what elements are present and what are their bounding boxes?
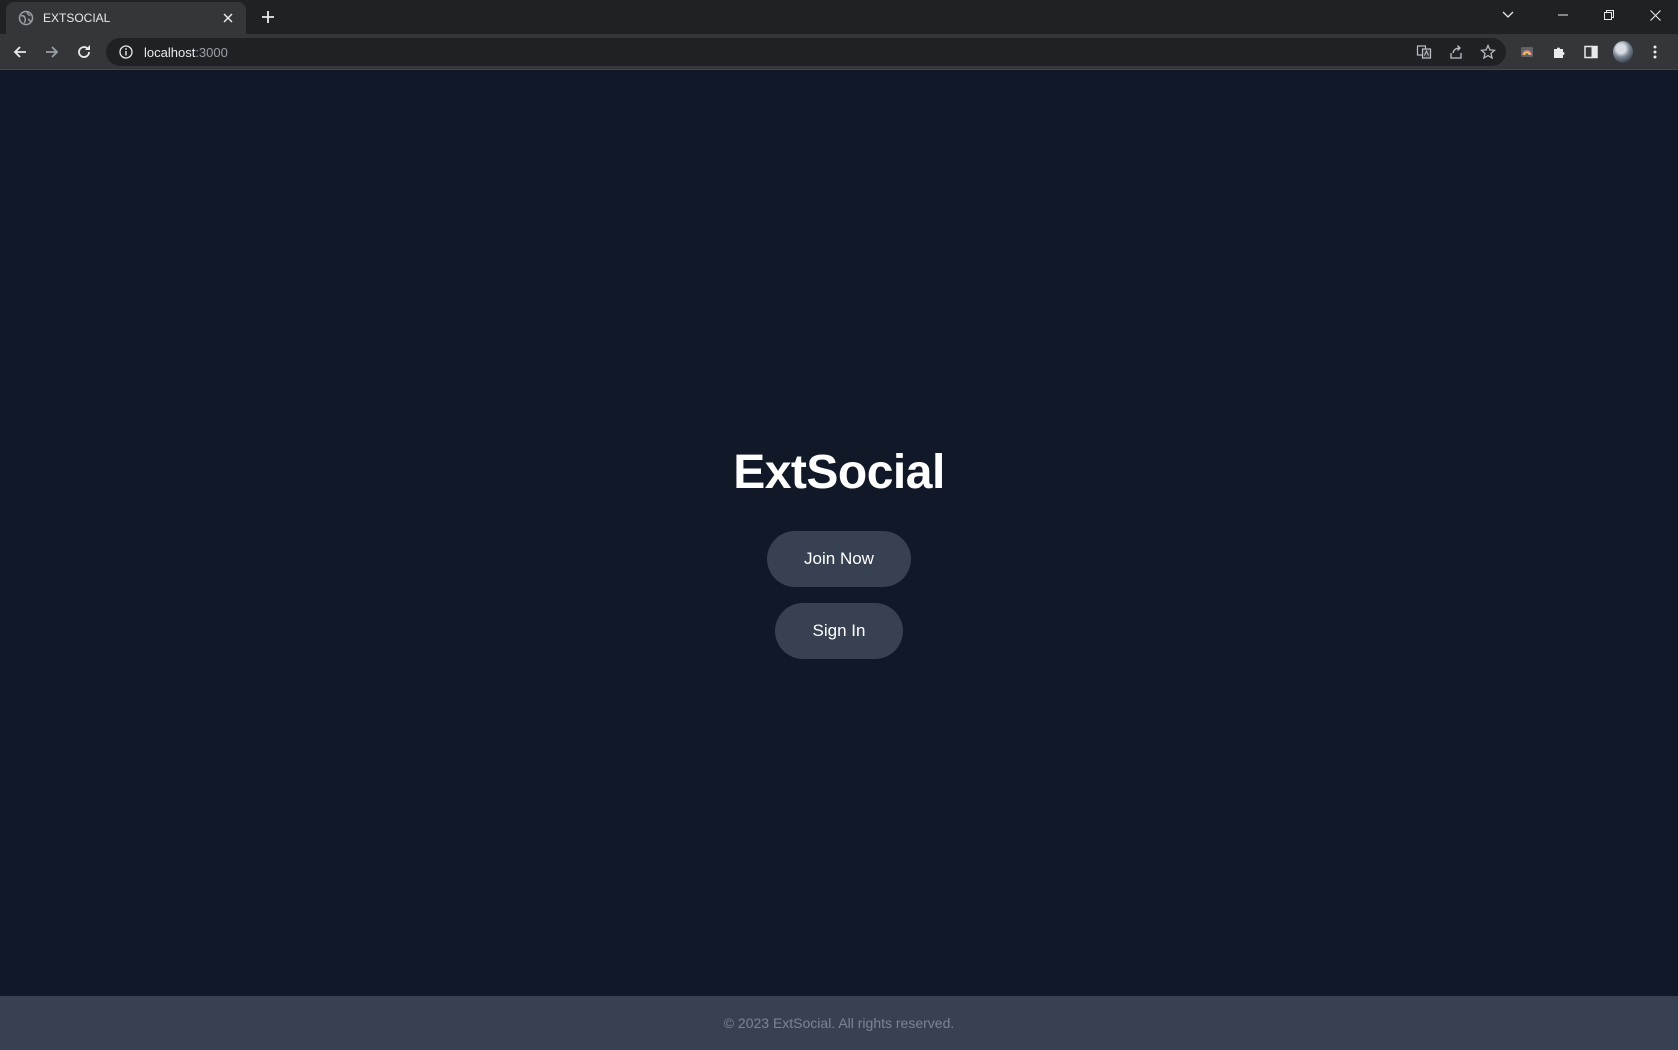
bookmark-star-icon[interactable]	[1478, 42, 1498, 62]
minimize-button[interactable]	[1540, 0, 1586, 30]
brand-title: ExtSocial	[733, 446, 945, 499]
chevron-down-icon[interactable]	[1488, 0, 1528, 30]
restore-button[interactable]	[1586, 0, 1632, 30]
browser-toolbar: localhost:3000	[0, 34, 1678, 70]
back-icon[interactable]	[6, 38, 34, 66]
more-menu-icon[interactable]	[1645, 42, 1665, 62]
globe-icon	[18, 10, 34, 26]
info-icon[interactable]	[118, 44, 134, 60]
avatar	[1613, 41, 1633, 63]
forward-icon[interactable]	[38, 38, 66, 66]
address-bar[interactable]: localhost:3000	[106, 38, 1506, 66]
toolbar-actions	[1517, 41, 1665, 63]
url-port: :3000	[195, 44, 228, 60]
extension-rainbow-icon[interactable]	[1517, 42, 1537, 62]
side-panel-icon[interactable]	[1581, 42, 1601, 62]
sign-in-button[interactable]: Sign In	[775, 603, 903, 659]
extensions-puzzle-icon[interactable]	[1549, 42, 1569, 62]
tab-strip: EXTSOCIAL	[0, 0, 1678, 34]
reload-icon[interactable]	[70, 38, 98, 66]
page-content: ExtSocial Join Now Sign In	[0, 71, 1678, 996]
hero: ExtSocial Join Now Sign In	[0, 449, 1678, 659]
browser-tab[interactable]: EXTSOCIAL	[6, 2, 246, 34]
footer: © 2023 ExtSocial. All rights reserved.	[0, 996, 1678, 1050]
translate-icon[interactable]	[1414, 42, 1434, 62]
url-host: localhost	[144, 44, 196, 60]
close-window-button[interactable]	[1632, 0, 1678, 30]
window-controls	[1488, 0, 1678, 30]
join-now-button[interactable]: Join Now	[767, 531, 911, 587]
new-tab-button[interactable]	[258, 7, 278, 27]
omnibox-actions	[1414, 38, 1498, 66]
close-tab-icon[interactable]	[220, 10, 236, 26]
footer-copyright: © 2023 ExtSocial. All rights reserved.	[723, 1015, 955, 1031]
url-text: localhost:3000	[144, 45, 228, 60]
profile-avatar[interactable]	[1613, 41, 1633, 63]
share-icon[interactable]	[1446, 42, 1466, 62]
tab-title: EXTSOCIAL	[43, 11, 111, 25]
